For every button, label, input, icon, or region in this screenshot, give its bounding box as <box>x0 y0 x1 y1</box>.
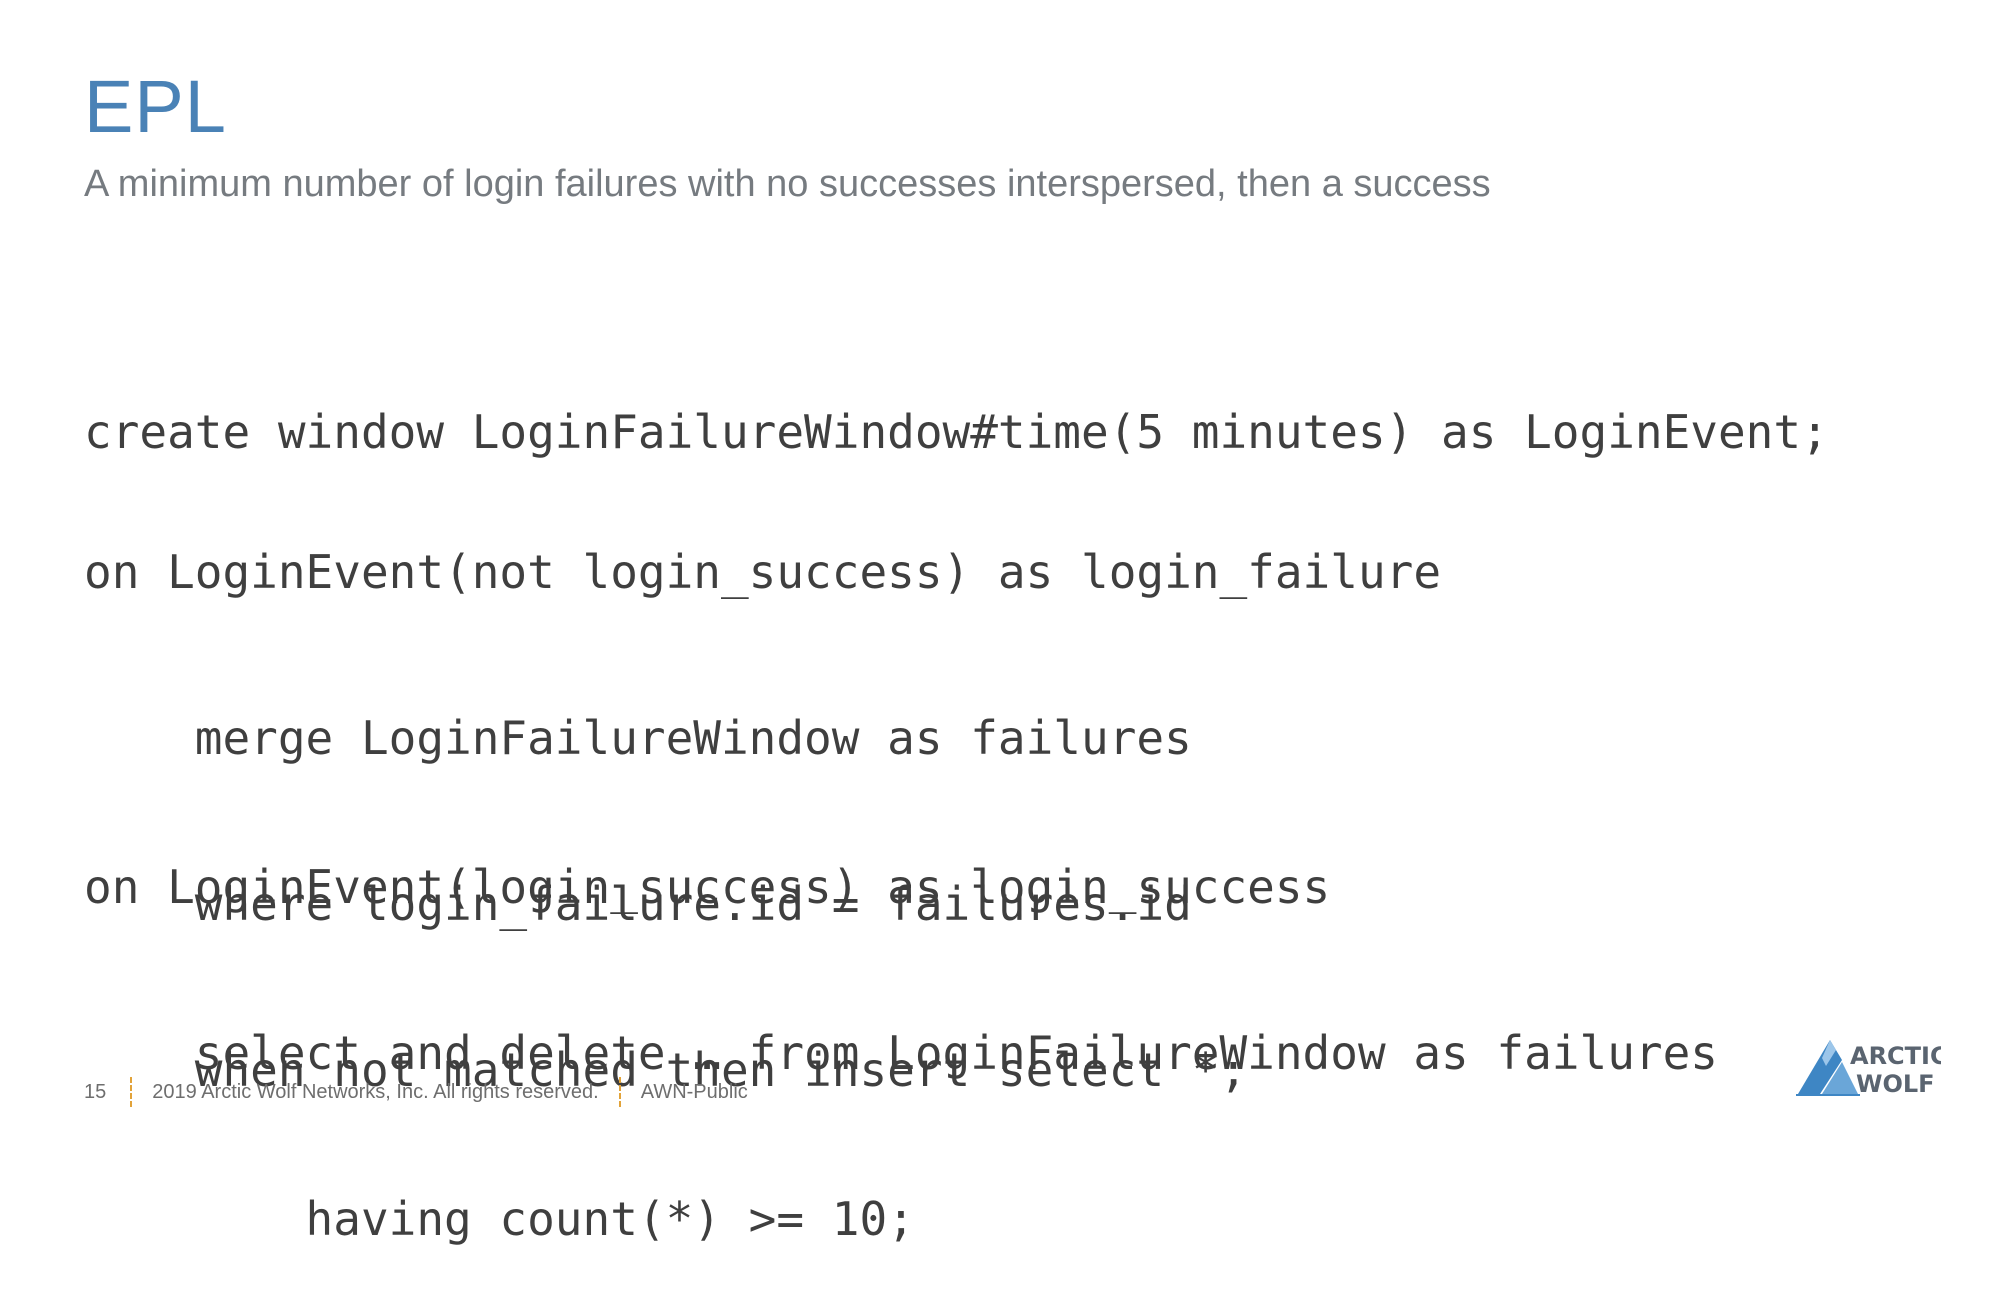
copyright-notice: 2019 Arctic Wolf Networks, Inc. All righ… <box>152 1080 599 1103</box>
footer-divider <box>618 1077 621 1107</box>
code-line: on LoginEvent(login_success) as login_su… <box>84 860 1331 914</box>
code-line: having count(*) >= 10; <box>84 1192 915 1246</box>
code-block-select-delete: on LoginEvent(login_success) as login_su… <box>84 750 1718 1302</box>
arctic-wolf-logo: ARCTIC WOLF <box>1796 1040 1941 1098</box>
slide-title: EPL <box>84 65 227 148</box>
code-line: select and delete … from LoginFailureWin… <box>84 1026 1718 1080</box>
page-number: 15 <box>84 1080 107 1103</box>
classification-label: AWN-Public <box>640 1080 748 1103</box>
slide-subtitle: A minimum number of login failures with … <box>84 163 1491 205</box>
logo-text-wolf: WOLF <box>1856 1070 1935 1098</box>
logo-text-arctic: ARCTIC <box>1850 1042 1941 1070</box>
code-line: on LoginEvent(not login_success) as logi… <box>84 545 1442 599</box>
footer-divider <box>130 1077 133 1107</box>
footer: 15 2019 Arctic Wolf Networks, Inc. All r… <box>84 1075 748 1109</box>
